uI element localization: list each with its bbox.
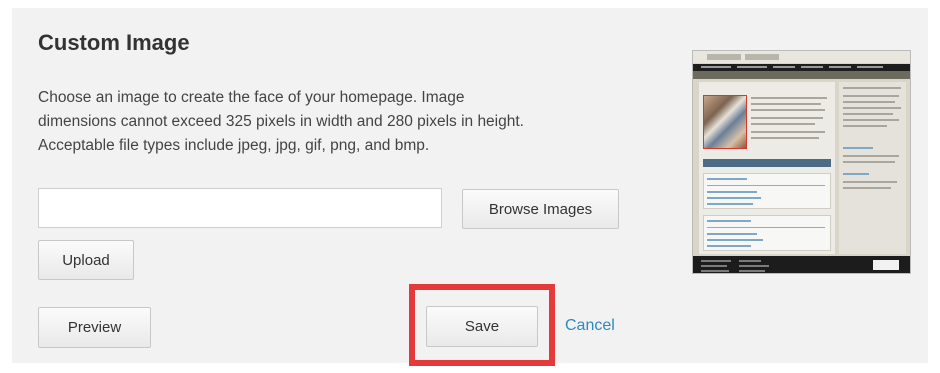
thumb-link-line bbox=[707, 197, 761, 199]
thumb-nav-item bbox=[701, 66, 731, 68]
thumb-text-line bbox=[843, 181, 897, 183]
thumb-link-line bbox=[707, 239, 763, 241]
thumb-footer-link bbox=[701, 260, 731, 262]
thumb-footer-link bbox=[739, 265, 769, 267]
description-line: dimensions cannot exceed 325 pixels in w… bbox=[38, 113, 524, 130]
thumb-footer-link bbox=[701, 265, 727, 267]
thumb-text-line bbox=[707, 185, 825, 186]
preview-button[interactable]: Preview bbox=[38, 307, 151, 348]
thumb-text-line bbox=[843, 95, 899, 97]
save-button[interactable]: Save bbox=[426, 306, 538, 347]
thumb-footer-link bbox=[739, 270, 765, 272]
browse-images-button[interactable]: Browse Images bbox=[462, 189, 619, 229]
thumb-text-line bbox=[707, 227, 825, 228]
thumb-text-line bbox=[843, 161, 895, 163]
thumb-text-line bbox=[751, 123, 815, 125]
thumb-link-line bbox=[707, 191, 757, 193]
thumb-text-line bbox=[843, 113, 893, 115]
thumb-footer-link bbox=[739, 260, 761, 262]
thumb-text-line bbox=[843, 107, 901, 109]
thumb-link-line bbox=[843, 147, 873, 149]
upload-button[interactable]: Upload bbox=[38, 240, 134, 280]
cancel-link[interactable]: Cancel bbox=[565, 317, 615, 335]
thumb-text-line bbox=[843, 101, 895, 103]
thumb-nav-item bbox=[829, 66, 851, 68]
thumb-photo bbox=[703, 95, 747, 149]
thumb-footer-link bbox=[701, 270, 729, 272]
thumb-text-line bbox=[751, 117, 823, 119]
thumb-link-line bbox=[707, 220, 751, 222]
thumb-text-line bbox=[751, 97, 827, 99]
thumb-nav-item bbox=[801, 66, 823, 68]
description-line: Choose an image to create the face of yo… bbox=[38, 89, 465, 106]
thumb-text-line bbox=[843, 187, 891, 189]
thumb-text-line bbox=[751, 109, 825, 111]
homepage-preview-thumbnail bbox=[692, 50, 911, 274]
thumb-tab bbox=[745, 54, 779, 60]
section-title: Custom Image bbox=[38, 30, 190, 55]
thumb-link-line bbox=[707, 178, 747, 180]
thumb-search-bar bbox=[703, 159, 831, 167]
thumb-nav-item bbox=[773, 66, 795, 68]
thumb-nav-item bbox=[857, 66, 883, 68]
thumb-tab bbox=[707, 54, 741, 60]
thumb-link-line bbox=[707, 203, 753, 205]
thumb-link-line bbox=[707, 245, 751, 247]
thumb-banner bbox=[693, 71, 910, 79]
thumb-text-line bbox=[843, 125, 887, 127]
thumb-text-line bbox=[843, 87, 901, 89]
thumb-link-line bbox=[707, 233, 757, 235]
thumb-link-line bbox=[843, 173, 869, 175]
thumb-footer-logo bbox=[873, 260, 899, 270]
file-path-input[interactable] bbox=[38, 188, 442, 228]
section-description: Choose an image to create the face of yo… bbox=[38, 86, 638, 158]
thumb-text-line bbox=[843, 119, 899, 121]
thumb-nav-item bbox=[737, 66, 767, 68]
thumb-text-line bbox=[751, 103, 821, 105]
description-line: Acceptable file types include jpeg, jpg,… bbox=[38, 137, 430, 154]
thumb-text-line bbox=[751, 137, 819, 139]
thumb-text-line bbox=[751, 131, 825, 133]
thumb-text-line bbox=[843, 155, 899, 157]
